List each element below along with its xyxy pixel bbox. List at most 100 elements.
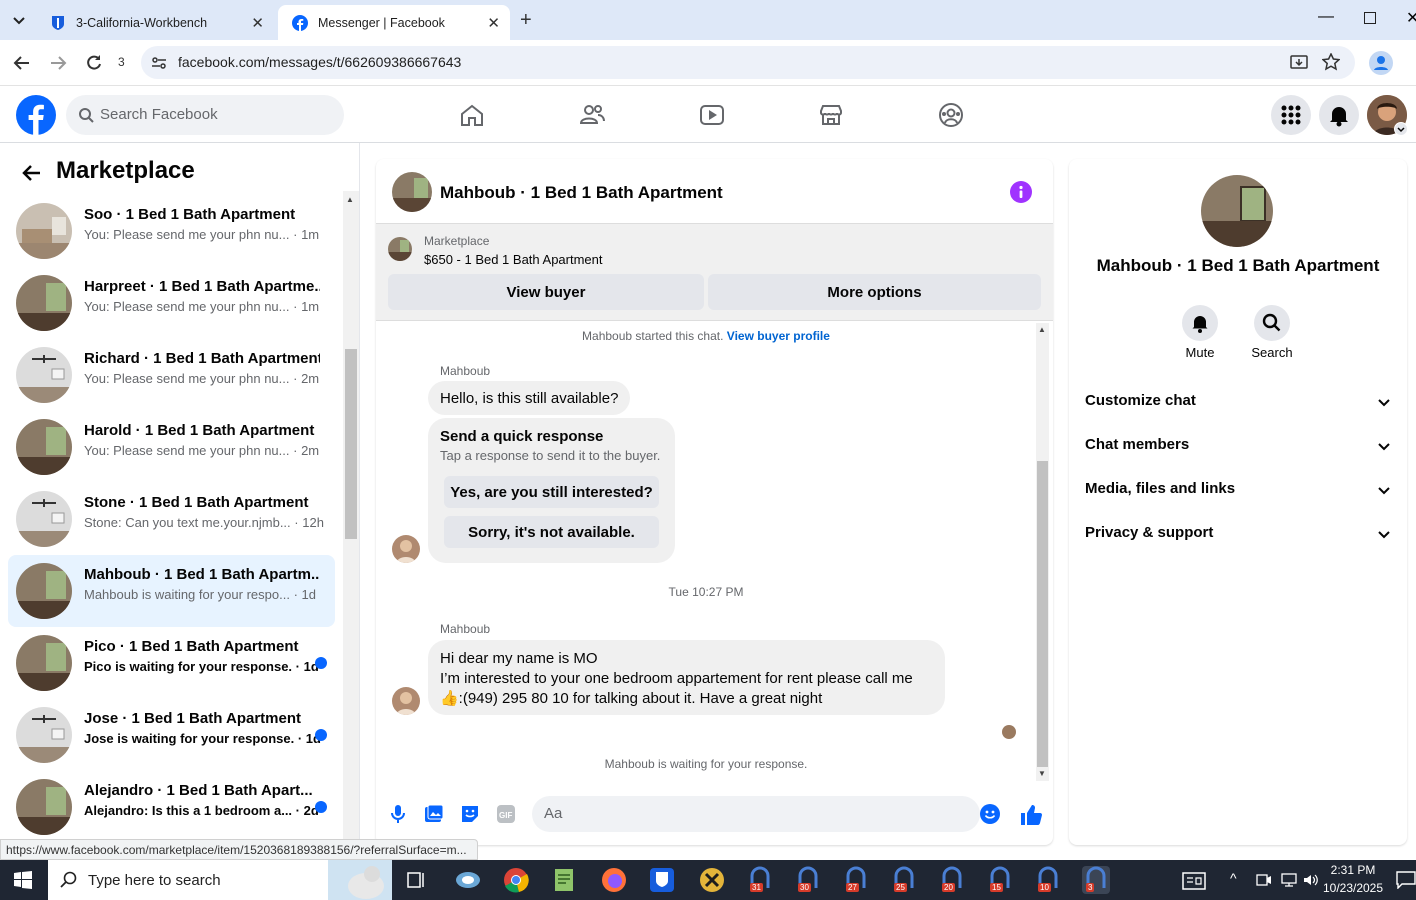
chat-details-avatar[interactable] bbox=[1201, 175, 1273, 247]
conversation-item[interactable]: Alejandro · 1 Bed 1 Bath Apart... Alejand… bbox=[8, 771, 335, 843]
chat-members-section[interactable]: Chat members bbox=[1085, 436, 1391, 460]
close-tab-icon[interactable]: ✕ bbox=[251, 14, 264, 32]
friends-icon[interactable] bbox=[572, 95, 612, 135]
home-icon[interactable] bbox=[452, 95, 492, 135]
watch-icon[interactable] bbox=[692, 95, 732, 135]
chat-listing-avatar[interactable] bbox=[392, 172, 432, 212]
remote-app-icon[interactable]: 15 bbox=[986, 866, 1014, 894]
remote-app-icon[interactable]: 3 bbox=[1082, 866, 1110, 894]
site-info-icon[interactable] bbox=[151, 55, 167, 71]
microphone-icon[interactable] bbox=[388, 804, 408, 824]
tray-chevron-icon[interactable]: ^ bbox=[1230, 870, 1237, 886]
tab-workbench[interactable]: 3-California-Workbench ✕ bbox=[36, 5, 274, 40]
bitwarden-app-icon[interactable] bbox=[648, 866, 676, 894]
search-placeholder: Search Facebook bbox=[100, 106, 218, 123]
gif-icon[interactable]: GIF bbox=[496, 804, 516, 824]
back-icon[interactable] bbox=[12, 53, 32, 73]
conversation-scrollbar[interactable]: ▲ bbox=[343, 191, 359, 841]
listing-title[interactable]: $650 - 1 Bed 1 Bath Apartment bbox=[424, 252, 603, 267]
install-app-icon[interactable] bbox=[1290, 54, 1308, 72]
conversation-item[interactable]: Mahboub · 1 Bed 1 Bath Apartm... Mahboub … bbox=[8, 555, 335, 627]
chrome-icon[interactable] bbox=[502, 866, 530, 894]
message-bubble[interactable]: Hello, is this still available? bbox=[428, 381, 631, 415]
remote-app-icon[interactable]: 25 bbox=[890, 866, 918, 894]
emoji-icon[interactable] bbox=[980, 804, 1000, 824]
mute-label[interactable]: Mute bbox=[1169, 345, 1231, 360]
groups-icon[interactable] bbox=[931, 95, 971, 135]
scrollbar-thumb[interactable] bbox=[1037, 461, 1048, 767]
like-thumb-icon[interactable] bbox=[1019, 803, 1043, 827]
meet-icon[interactable] bbox=[1256, 872, 1272, 888]
menu-grid-icon[interactable] bbox=[1271, 95, 1311, 135]
mute-bell-icon[interactable] bbox=[1182, 305, 1218, 341]
excel-like-icon[interactable] bbox=[698, 866, 726, 894]
remote-app-icon[interactable]: 27 bbox=[842, 866, 870, 894]
view-buyer-button[interactable]: View buyer bbox=[388, 274, 704, 310]
bookmark-star-icon[interactable] bbox=[1322, 53, 1340, 71]
view-buyer-profile-link[interactable]: View buyer profile bbox=[727, 329, 830, 343]
notepad-icon[interactable] bbox=[550, 866, 578, 894]
remote-app-icon[interactable]: 10 bbox=[1034, 866, 1062, 894]
conversation-item[interactable]: Harpreet · 1 Bed 1 Bath Apartme... You: P… bbox=[8, 267, 335, 339]
conversation-item[interactable]: Harold · 1 Bed 1 Bath Apartment You: Plea… bbox=[8, 411, 335, 483]
message-bubble[interactable]: Hi dear my name is MO I’m interested to … bbox=[428, 640, 945, 715]
sticker-icon[interactable] bbox=[460, 804, 480, 824]
conversation-item[interactable]: Jose · 1 Bed 1 Bath Apartment Jose is wai… bbox=[8, 699, 335, 771]
minimize-icon[interactable]: — bbox=[1318, 8, 1334, 26]
tab-messenger[interactable]: Messenger | Facebook ✕ bbox=[278, 5, 510, 40]
windows-start-icon[interactable] bbox=[14, 871, 32, 889]
close-window-icon[interactable]: ✕ bbox=[1406, 8, 1416, 28]
search-label[interactable]: Search bbox=[1241, 345, 1303, 360]
search-facebook-input[interactable]: Search Facebook bbox=[66, 95, 344, 135]
network-icon[interactable] bbox=[1280, 872, 1298, 888]
notification-center-icon[interactable] bbox=[1396, 871, 1416, 889]
new-tab-icon[interactable]: + bbox=[520, 9, 532, 32]
message-timestamp: Tue 10:27 PM bbox=[668, 585, 744, 599]
scroll-down-icon[interactable]: ▼ bbox=[1038, 769, 1046, 778]
maximize-icon[interactable] bbox=[1364, 12, 1376, 24]
more-options-button[interactable]: More options bbox=[708, 274, 1041, 310]
scroll-up-icon[interactable]: ▲ bbox=[1038, 325, 1046, 334]
remote-app-icon[interactable]: 30 bbox=[794, 866, 822, 894]
app-icon[interactable] bbox=[454, 866, 482, 894]
forward-icon[interactable] bbox=[48, 53, 68, 73]
conversation-item[interactable]: Stone · 1 Bed 1 Bath Apartment Stone: Can… bbox=[8, 483, 335, 555]
customize-chat-section[interactable]: Customize chat bbox=[1085, 392, 1391, 416]
close-tab-icon[interactable]: ✕ bbox=[487, 14, 500, 32]
media-files-links-section[interactable]: Media, files and links bbox=[1085, 480, 1391, 504]
marketplace-icon[interactable] bbox=[811, 95, 851, 135]
firefox-icon[interactable] bbox=[600, 866, 628, 894]
remote-app-icon[interactable]: 20 bbox=[938, 866, 966, 894]
reload-icon[interactable] bbox=[84, 53, 104, 73]
info-icon[interactable] bbox=[1010, 181, 1032, 203]
conversation-item[interactable]: Richard · 1 Bed 1 Bath Apartment You: Ple… bbox=[8, 339, 335, 411]
profile-icon[interactable] bbox=[1369, 51, 1393, 75]
message-input[interactable]: Aa bbox=[532, 796, 1000, 832]
conversation-item[interactable]: Pico · 1 Bed 1 Bath Apartment Pico is wai… bbox=[8, 627, 335, 699]
facebook-logo-icon[interactable] bbox=[16, 95, 56, 135]
scroll-up-icon[interactable]: ▲ bbox=[346, 195, 354, 204]
account-chevron-icon[interactable] bbox=[1394, 122, 1408, 136]
conversation-item[interactable]: Soo · 1 Bed 1 Bath Apartment You: Please … bbox=[8, 195, 335, 267]
search-in-chat-icon[interactable] bbox=[1254, 305, 1290, 341]
scrollbar-thumb[interactable] bbox=[345, 349, 357, 539]
sender-avatar[interactable] bbox=[392, 535, 420, 563]
address-bar[interactable]: facebook.com/messages/t/662609386667643 bbox=[141, 46, 1355, 79]
quick-reply-interested-button[interactable]: Yes, are you still interested? bbox=[444, 476, 659, 508]
sender-avatar[interactable] bbox=[392, 687, 420, 715]
chat-header-title[interactable]: Mahboub · 1 Bed 1 Bath Apartment bbox=[440, 183, 723, 203]
taskbar-time[interactable]: 2:31 PM bbox=[1318, 863, 1388, 877]
task-view-icon[interactable] bbox=[402, 866, 430, 894]
tab-list-chevron-icon[interactable] bbox=[8, 10, 30, 30]
chat-scrollbar[interactable]: ▲ ▼ bbox=[1036, 323, 1049, 781]
notifications-bell-icon[interactable] bbox=[1319, 95, 1359, 135]
quick-reply-not-available-button[interactable]: Sorry, it's not available. bbox=[444, 516, 659, 548]
photo-icon[interactable] bbox=[424, 804, 444, 824]
taskbar-date[interactable]: 10/23/2025 bbox=[1318, 881, 1388, 895]
windows-taskbar: Type here to search 31 30 27 25 20 15 10 3 ^ 2:… bbox=[0, 860, 1416, 900]
privacy-support-section[interactable]: Privacy & support bbox=[1085, 524, 1391, 548]
remote-app-icon[interactable]: 31 bbox=[746, 866, 774, 894]
taskbar-search-box[interactable]: Type here to search bbox=[48, 860, 392, 900]
news-icon[interactable] bbox=[1182, 872, 1206, 890]
back-arrow-icon[interactable] bbox=[20, 161, 44, 185]
